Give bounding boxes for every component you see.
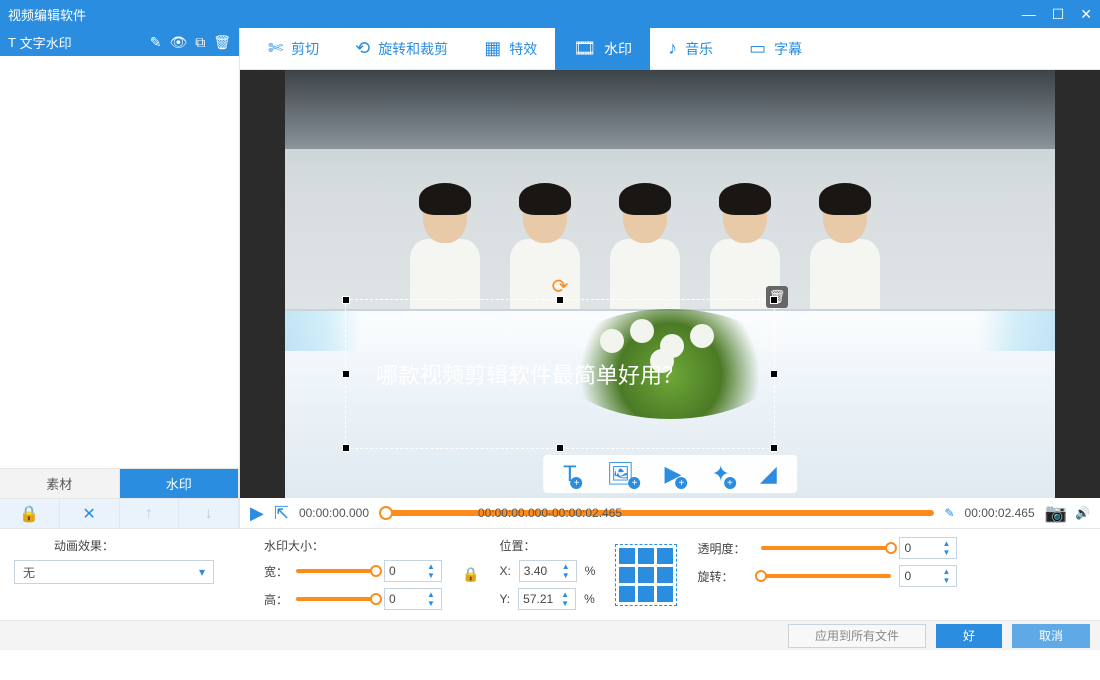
width-slider[interactable] [296, 569, 376, 573]
play-button[interactable]: ▶ [250, 503, 264, 524]
rotate-label: 旋转： [697, 568, 753, 585]
timeline-end: 00:00:02.465 [965, 506, 1035, 520]
main-tabs: ✄剪切 ⟲旋转和裁剪 ▦特效 🎞水印 ♪音乐 ▭字幕 [240, 28, 1100, 70]
add-image-icon[interactable]: 🖼+ [607, 461, 635, 487]
text-icon: T [8, 35, 16, 50]
opacity-input[interactable]: 0▲▼ [899, 537, 957, 559]
width-label: 宽： [264, 563, 288, 580]
y-label: Y: [499, 592, 510, 606]
tab-rotate-crop[interactable]: ⟲旋转和裁剪 [337, 28, 466, 70]
app-title: 视频编辑软件 [8, 5, 1022, 24]
animation-dropdown[interactable]: 无 ▾ [14, 560, 214, 584]
tab-effects[interactable]: ▦特效 [466, 28, 555, 70]
height-slider[interactable] [296, 597, 376, 601]
subtitle-icon: ▭ [749, 38, 766, 59]
apply-all-button[interactable]: 应用到所有文件 [788, 624, 926, 648]
effects-icon: ▦ [484, 38, 501, 59]
rotate-slider[interactable] [761, 574, 891, 578]
watermark-selection-box[interactable]: ⟳ 🗑 哪款视频剪辑软件最简单好用？ [345, 299, 775, 449]
width-input[interactable]: 0▲▼ [384, 560, 442, 582]
sidebar-body [0, 56, 239, 468]
snapshot-icon[interactable]: 📷 [1045, 503, 1067, 524]
export-icon[interactable]: ⇱ [274, 503, 289, 524]
tab-subtitle[interactable]: ▭字幕 [731, 28, 820, 70]
y-input[interactable]: 57.21▲▼ [518, 588, 576, 610]
sidebar-tabs: 素材 水印 [0, 468, 239, 498]
sidebar-title: 文字水印 [20, 33, 72, 52]
music-icon: ♪ [668, 38, 677, 59]
add-shape-icon[interactable]: ✦+ [711, 461, 729, 487]
link-lock-icon[interactable]: 🔒 [462, 566, 479, 583]
sidebar: T 文字水印 ✎ 👁 ⧉ 🗑 素材 水印 🔒 ✕ ↑ ↓ [0, 28, 240, 528]
content-area: ✄剪切 ⟲旋转和裁剪 ▦特效 🎞水印 ♪音乐 ▭字幕 [240, 28, 1100, 528]
eraser-icon[interactable]: ◢ [760, 461, 777, 487]
height-label: 高： [264, 591, 288, 608]
footer: 应用到所有文件 好 取消 [0, 620, 1100, 650]
move-up-icon[interactable]: ↑ [120, 499, 180, 528]
add-text-icon[interactable]: T+ [563, 461, 576, 487]
maximize-button[interactable]: ☐ [1052, 6, 1065, 23]
eye-icon[interactable]: 👁 [169, 34, 187, 51]
copy-icon[interactable]: ⧉ [195, 34, 205, 51]
timeline: ▶ ⇱ 00:00:00.000 ✎ 00:00:00.000-00:00:02… [240, 498, 1100, 528]
timeline-range: 00:00:00.000-00:00:02.465 [478, 506, 622, 520]
tab-watermark[interactable]: 🎞水印 [555, 28, 650, 70]
lock-icon[interactable]: 🔒 [0, 499, 60, 528]
opacity-label: 透明度： [697, 540, 753, 557]
opacity-slider[interactable] [761, 546, 891, 550]
video-frame: ⟳ 🗑 哪款视频剪辑软件最简单好用？ T+ 🖼+ ▶+ ✦+ [285, 70, 1055, 498]
sidebar-tab-material[interactable]: 素材 [0, 469, 120, 498]
close-button[interactable]: ✕ [1080, 6, 1092, 23]
rotate-input[interactable]: 0▲▼ [899, 565, 957, 587]
ok-button[interactable]: 好 [936, 624, 1002, 648]
delete-icon[interactable]: 🗑 [213, 34, 231, 51]
chevron-down-icon: ▾ [199, 565, 205, 579]
size-label: 水印大小： [264, 537, 442, 554]
x-label: X: [499, 564, 510, 578]
tab-music[interactable]: ♪音乐 [650, 28, 731, 70]
timeline-track[interactable] [379, 510, 934, 516]
x-input[interactable]: 3.40▲▼ [519, 560, 577, 582]
sidebar-header: T 文字水印 ✎ 👁 ⧉ 🗑 [0, 28, 239, 56]
sidebar-tab-watermark[interactable]: 水印 [120, 469, 240, 498]
window-buttons: — ☐ ✕ [1022, 6, 1092, 23]
position-grid[interactable] [615, 544, 677, 606]
watermark-icon: 🎞 [573, 38, 596, 59]
minimize-button[interactable]: — [1022, 6, 1036, 23]
watermark-text[interactable]: 哪款视频剪辑软件最简单好用？ [376, 358, 684, 390]
height-input[interactable]: 0▲▼ [384, 588, 442, 610]
overlay-toolbar: T+ 🖼+ ▶+ ✦+ ◢ [543, 455, 797, 493]
move-down-icon[interactable]: ↓ [179, 499, 239, 528]
remove-icon[interactable]: ✕ [60, 499, 120, 528]
video-preview[interactable]: ⟳ 🗑 哪款视频剪辑软件最简单好用？ T+ 🖼+ ▶+ ✦+ [240, 70, 1100, 498]
scissors-icon: ✄ [268, 38, 283, 59]
edit-icon[interactable]: ✎ [150, 34, 162, 51]
pencil-icon: ✎ [944, 506, 954, 520]
titlebar: 视频编辑软件 — ☐ ✕ [0, 0, 1100, 28]
animation-label: 动画效果： [54, 537, 244, 554]
tab-cut[interactable]: ✄剪切 [250, 28, 337, 70]
crop-icon: ⟲ [355, 38, 370, 59]
sidebar-actions: 🔒 ✕ ↑ ↓ [0, 498, 239, 528]
position-label: 位置： [499, 537, 595, 554]
controls-panel: 动画效果： 无 ▾ 水印大小： 宽： 0▲▼ 高： 0▲▼ 🔒 位置： X: 3… [0, 528, 1100, 620]
timeline-start: 00:00:00.000 [299, 506, 369, 520]
cancel-button[interactable]: 取消 [1012, 624, 1090, 648]
timeline-knob[interactable] [379, 506, 393, 520]
add-video-icon[interactable]: ▶+ [665, 461, 682, 487]
volume-icon[interactable]: 🔊 [1075, 506, 1090, 520]
